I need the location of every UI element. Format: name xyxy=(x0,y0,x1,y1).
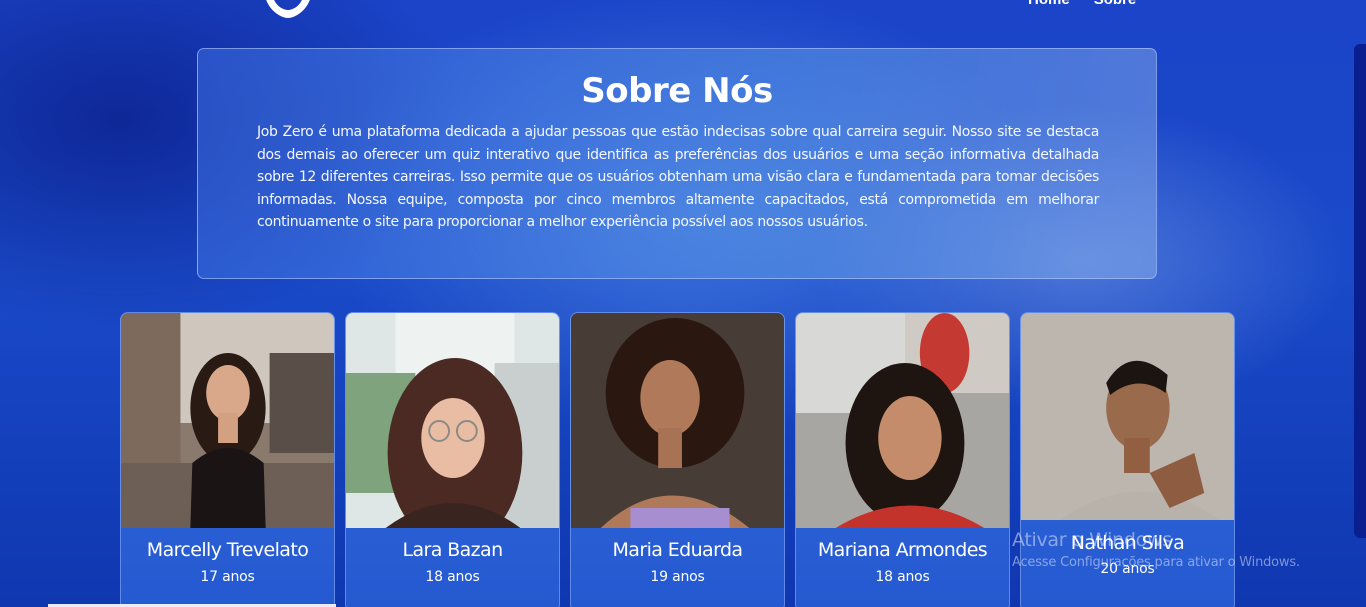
member-name: Maria Eduarda xyxy=(612,539,744,561)
member-age: 19 anos xyxy=(650,569,705,585)
team-card[interactable]: Marcelly Trevelato 17 anos xyxy=(120,312,335,607)
nav-sobre-link[interactable]: Sobre xyxy=(1094,0,1137,8)
member-photo xyxy=(346,313,559,528)
member-photo xyxy=(121,313,334,528)
top-nav: Home Sobre xyxy=(1028,0,1136,8)
member-name: Nathan Silva xyxy=(1070,532,1185,554)
logo[interactable] xyxy=(258,0,318,18)
vertical-scrollbar[interactable] xyxy=(1354,44,1366,538)
member-age: 20 anos xyxy=(1100,561,1155,577)
member-age: 18 anos xyxy=(425,569,480,585)
member-photo xyxy=(571,313,784,528)
nav-home-link[interactable]: Home xyxy=(1028,0,1070,8)
about-card: Sobre Nós Job Zero é uma plataforma dedi… xyxy=(197,48,1157,279)
member-age: 17 anos xyxy=(200,569,255,585)
member-name: Marcelly Trevelato xyxy=(146,539,309,561)
member-photo xyxy=(796,313,1009,528)
member-photo xyxy=(1021,313,1234,520)
about-title: Sobre Nós xyxy=(581,71,773,111)
team-card[interactable]: Lara Bazan 18 anos xyxy=(345,312,560,607)
member-age: 18 anos xyxy=(875,569,930,585)
team-card[interactable]: Maria Eduarda 19 anos xyxy=(570,312,785,607)
team-card[interactable]: Nathan Silva 20 anos xyxy=(1020,312,1235,607)
logo-icon xyxy=(266,0,310,18)
member-name: Lara Bazan xyxy=(402,539,503,561)
team-card[interactable]: Mariana Armondes 18 anos xyxy=(795,312,1010,607)
member-name: Mariana Armondes xyxy=(817,539,988,561)
about-description: Job Zero é uma plataforma dedicada a aju… xyxy=(257,124,1099,230)
